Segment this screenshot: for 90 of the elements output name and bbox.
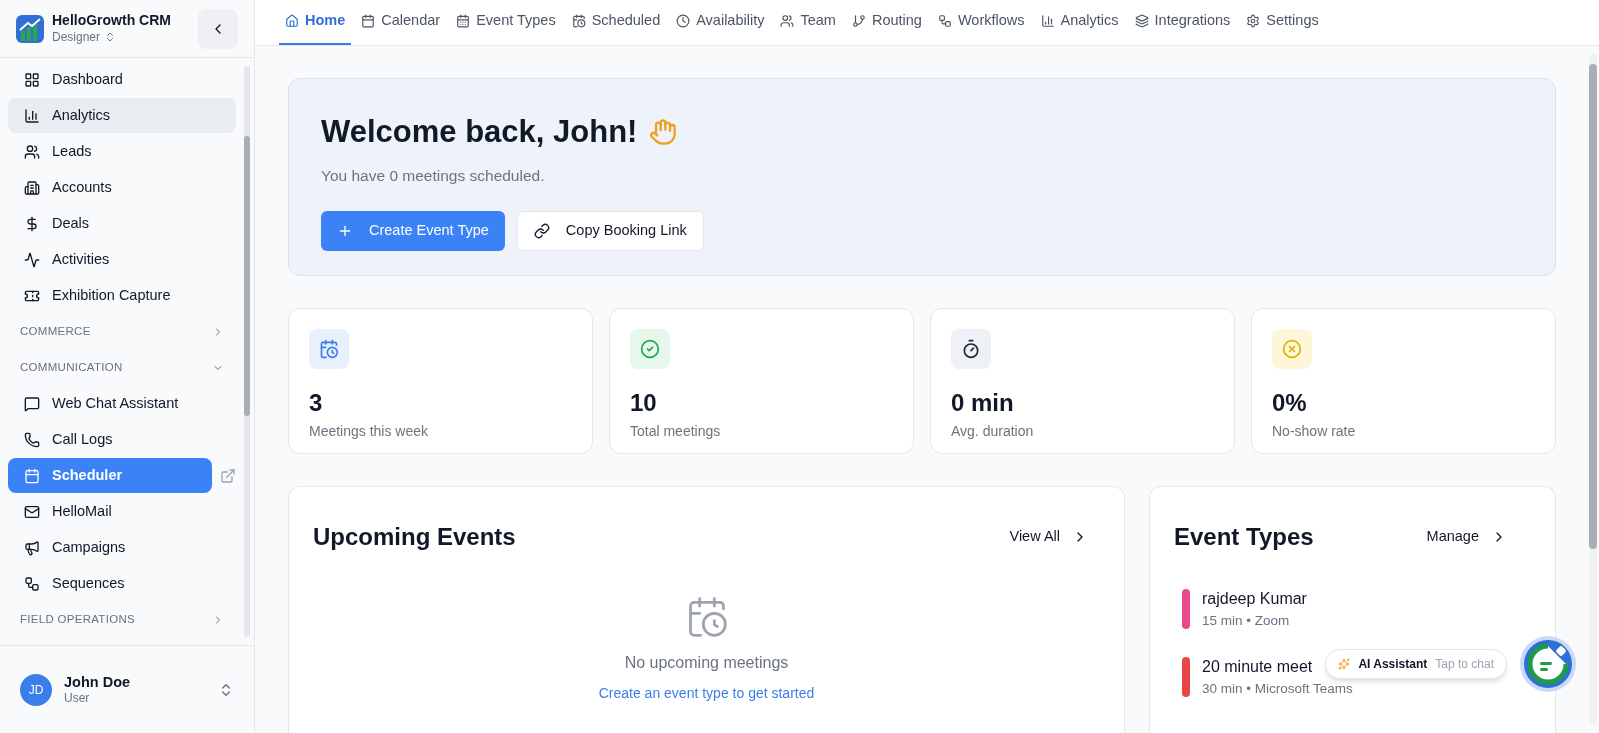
event-type-details: 15 min • Zoom: [1202, 612, 1291, 630]
calendar-icon: [361, 14, 376, 28]
tab[interactable]: Calendar: [355, 0, 447, 45]
section-header[interactable]: FIELD OPERATIONS: [8, 602, 236, 637]
tab[interactable]: Scheduled: [565, 0, 667, 45]
people-icon: [780, 14, 795, 28]
stat-label: Avg. duration: [951, 422, 1035, 441]
pulse-icon: [24, 251, 40, 268]
layers-icon: [1134, 14, 1149, 28]
calendar-clock-icon: [319, 339, 339, 359]
calendar-clock-icon: [571, 14, 586, 28]
stat-label: Total meetings: [630, 422, 722, 441]
nav-item[interactable]: Activities: [8, 242, 236, 277]
brand-name: HelloGrowth CRM: [52, 12, 171, 30]
phone-icon: [24, 431, 40, 448]
card-title: Event Types: [1174, 522, 1314, 552]
external-link-icon[interactable]: [220, 467, 236, 484]
nav-item[interactable]: Deals: [8, 206, 236, 241]
branch-icon: [851, 14, 866, 28]
ai-assistant-pill[interactable]: AI Assistant Tap to chat: [1325, 649, 1507, 679]
user-name: John Doe: [64, 672, 132, 692]
people-icon: [24, 143, 40, 160]
tab[interactable]: Settings: [1240, 0, 1325, 45]
bar-chart-logo-icon: [16, 14, 44, 43]
chat-assistant-icon[interactable]: [1519, 635, 1577, 693]
create-event-type-button[interactable]: Create Event Type: [321, 210, 505, 251]
tab[interactable]: Integrations: [1128, 0, 1237, 45]
avatar: JD: [20, 673, 52, 706]
stat-value: 0 min: [951, 388, 1015, 418]
event-type-name: rajdeep Kumar: [1202, 589, 1307, 609]
nav-item[interactable]: Web Chat Assistant: [8, 386, 236, 421]
tab[interactable]: Home: [279, 0, 352, 45]
user-role: User: [64, 691, 91, 707]
manage-link[interactable]: Manage: [1426, 526, 1531, 548]
nodes-icon: [24, 575, 40, 592]
calendar-icon: [456, 14, 471, 28]
hand-icon: [649, 118, 678, 147]
tab[interactable]: Availability: [670, 0, 771, 45]
stopwatch-icon: [961, 339, 981, 359]
clock-icon: [676, 14, 691, 28]
stat-value: 0%: [1272, 388, 1308, 418]
tab[interactable]: Team: [774, 0, 842, 45]
link-icon: [533, 222, 550, 239]
section-header[interactable]: COMMERCE: [8, 314, 236, 349]
calendar-icon: [24, 467, 40, 484]
event-type-details: 30 min • Microsoft Teams: [1202, 680, 1353, 699]
nav-item[interactable]: Campaigns: [8, 530, 236, 565]
welcome-subtitle: You have 0 meetings scheduled.: [321, 165, 546, 186]
event-type-name: 20 minute meet: [1202, 657, 1313, 678]
stat-label: Meetings this week: [309, 422, 430, 441]
megaphone-icon: [24, 539, 40, 556]
mail-icon: [24, 503, 40, 520]
x-circle-icon: [1282, 339, 1302, 359]
bar-chart-icon: [24, 107, 40, 124]
nav-item[interactable]: Scheduler: [8, 458, 212, 493]
section-header[interactable]: COMMUNICATION: [8, 350, 236, 385]
nav-item[interactable]: Analytics: [8, 98, 236, 133]
sparkles-icon: [1338, 658, 1351, 670]
nav-item[interactable]: Dashboard: [8, 62, 236, 97]
dollar-icon: [24, 215, 40, 232]
tab[interactable]: Workflows: [931, 0, 1031, 45]
welcome-title: Welcome back, John!: [321, 113, 638, 151]
nav-item[interactable]: HelloMail: [8, 494, 236, 529]
copy-booking-link-button[interactable]: Copy Booking Link: [516, 210, 704, 251]
chat-bubble-icon: [24, 395, 40, 412]
view-all-link[interactable]: View All: [1009, 526, 1100, 548]
check-circle-icon: [640, 339, 660, 359]
settings-icon: [1246, 14, 1261, 28]
create-event-type-link[interactable]: Create an event type to get started: [598, 683, 815, 704]
card-title: Upcoming Events: [313, 522, 516, 552]
stat-value: 10: [630, 388, 658, 418]
scrollbar[interactable]: [244, 66, 250, 637]
grid-icon: [24, 71, 40, 88]
scrollbar[interactable]: [1589, 54, 1597, 725]
nav-item[interactable]: Accounts: [8, 170, 236, 205]
nodes-icon: [937, 14, 952, 28]
nav-item[interactable]: Leads: [8, 134, 236, 169]
role-switcher[interactable]: Designer: [52, 29, 171, 45]
home-icon: [285, 14, 299, 28]
building-icon: [24, 179, 40, 196]
bar-chart-icon: [1040, 14, 1055, 28]
stat-value: 3: [309, 388, 324, 418]
empty-message: No upcoming meetings: [624, 653, 789, 673]
tab[interactable]: Event Types: [450, 0, 562, 45]
tab[interactable]: Routing: [845, 0, 928, 45]
nav-item[interactable]: Sequences: [8, 566, 236, 601]
stat-label: No-show rate: [1272, 422, 1357, 441]
nav-item[interactable]: Call Logs: [8, 422, 236, 457]
tab[interactable]: Analytics: [1034, 0, 1125, 45]
nav-item[interactable]: Exhibition Capture: [8, 278, 236, 313]
